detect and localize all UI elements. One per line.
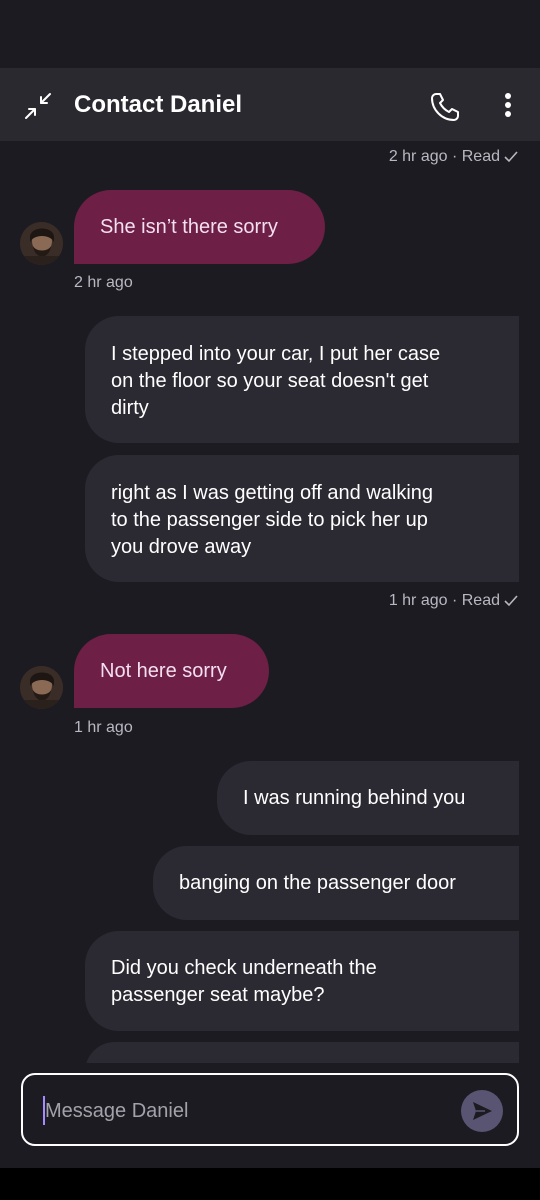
message-input-placeholder: Message Daniel xyxy=(45,1100,189,1122)
outgoing-message[interactable]: banging on the passenger door xyxy=(153,846,519,920)
send-button[interactable] xyxy=(461,1090,503,1132)
message-line: on the floor so your seat doesn't get xyxy=(111,370,429,392)
check-icon xyxy=(504,595,518,607)
more-vertical-icon[interactable] xyxy=(494,90,522,122)
chat-header: Contact Daniel xyxy=(0,68,540,141)
message-line: I was running behind you xyxy=(243,787,466,809)
system-nav-bar xyxy=(0,1168,540,1200)
incoming-message[interactable]: Not here sorry xyxy=(74,634,269,708)
read-receipt: 2 hr ago · Read xyxy=(389,147,518,167)
status-bar xyxy=(0,0,540,68)
message-input[interactable]: Message Daniel xyxy=(21,1073,519,1146)
message-line: I stepped into your car, I put her case xyxy=(111,343,441,365)
message-line: banging on the passenger door xyxy=(179,872,456,894)
chat-screen: Contact Daniel 2 hr ago · Read She isn’t… xyxy=(0,0,540,1200)
contact-title: Contact Daniel xyxy=(74,91,243,118)
message-line: to the passenger side to pick her up xyxy=(111,509,428,531)
outgoing-message-partial[interactable] xyxy=(85,1042,519,1063)
composer: Message Daniel xyxy=(0,1063,540,1168)
outgoing-message[interactable]: right as I was getting off and walking t… xyxy=(85,455,519,582)
phone-icon[interactable] xyxy=(428,90,462,124)
message-line: dirty xyxy=(111,397,149,419)
outgoing-message[interactable]: I stepped into your car, I put her case … xyxy=(85,316,519,443)
collapse-arrows-icon[interactable] xyxy=(22,90,54,122)
outgoing-message[interactable]: Did you check underneath the passenger s… xyxy=(85,931,519,1031)
incoming-message[interactable]: She isn’t there sorry xyxy=(74,190,325,264)
message-list[interactable]: 2 hr ago · Read She isn’t there sorry 2 … xyxy=(0,141,540,1063)
message-timestamp: 1 hr ago xyxy=(74,719,133,736)
outgoing-message[interactable]: I was running behind you xyxy=(217,761,519,835)
message-timestamp: 2 hr ago xyxy=(74,274,133,291)
read-receipt-text: 1 hr ago · Read xyxy=(388,592,500,609)
message-line: right as I was getting off and walking xyxy=(111,482,434,504)
message-line: you drove away xyxy=(111,536,252,558)
message-line: passenger seat maybe? xyxy=(111,984,325,1006)
read-receipt-text: 2 hr ago · Read xyxy=(388,148,500,165)
message-line: Did you check underneath the xyxy=(111,957,377,979)
read-receipt: 1 hr ago · Read xyxy=(389,591,518,611)
message-text: She isn’t there sorry xyxy=(100,215,278,238)
avatar[interactable] xyxy=(20,666,63,709)
avatar[interactable] xyxy=(20,222,63,265)
message-text: Not here sorry xyxy=(100,659,227,682)
check-icon xyxy=(504,151,518,163)
send-icon xyxy=(473,1102,492,1120)
